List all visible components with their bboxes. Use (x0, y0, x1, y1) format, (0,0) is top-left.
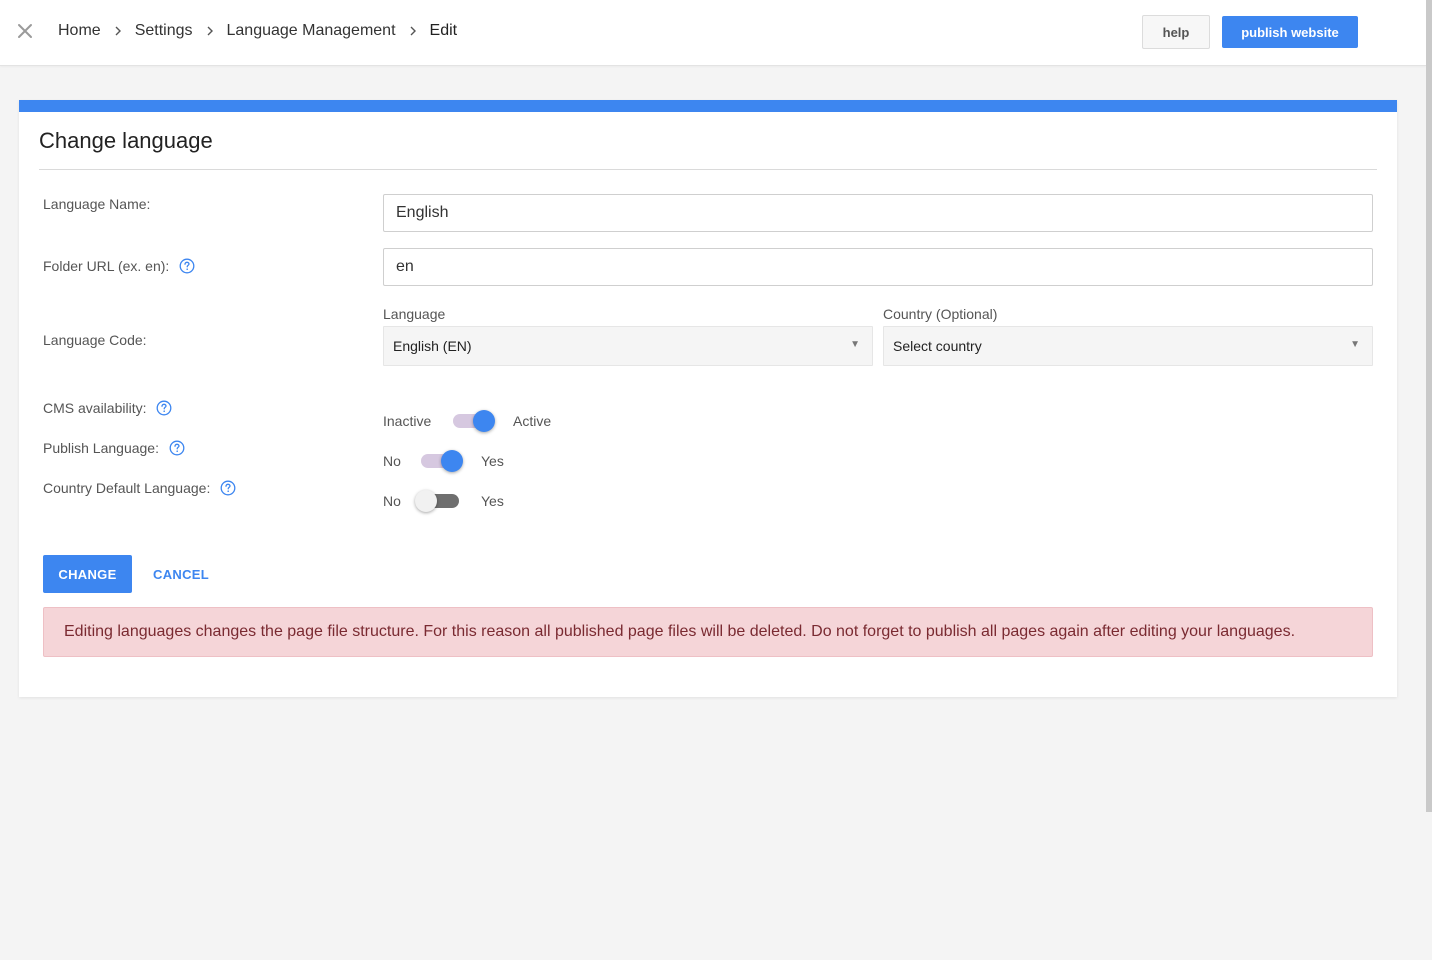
folder-url-label-text: Folder URL (ex. en): (43, 258, 170, 274)
language-name-label: Language Name: (43, 196, 150, 212)
country-select-value: Select country (893, 338, 982, 354)
cms-active-text: Active (513, 413, 552, 429)
warning-alert-text: Editing languages changes the page file … (64, 623, 1296, 640)
cancel-button[interactable]: CANCEL (147, 555, 215, 593)
language-sublabel: Language (383, 306, 446, 322)
scrollbar-thumb[interactable] (1426, 0, 1432, 812)
publish-language-label-text: Publish Language: (43, 440, 159, 456)
country-default-toggle[interactable] (415, 489, 463, 513)
language-name-label-text: Language Name: (43, 196, 151, 212)
cms-inactive-text: Inactive (383, 413, 432, 429)
chevron-right-icon (101, 22, 135, 40)
publish-no-text: No (383, 453, 401, 469)
country-default-no-text: No (383, 493, 401, 509)
country-sublabel: Country (Optional) (883, 306, 998, 322)
cms-availability-label-text: CMS availability: (43, 400, 147, 416)
toggle-knob (415, 490, 437, 512)
chevron-right-icon (193, 22, 227, 40)
language-code-label: Language Code: (43, 332, 147, 348)
close-icon[interactable] (14, 20, 36, 42)
top-bar: Home Settings Language Management Edit h… (0, 0, 1426, 66)
help-circle-icon[interactable] (169, 440, 185, 456)
warning-alert: Editing languages changes the page file … (43, 607, 1373, 657)
dropdown-caret-icon: ▼ (850, 339, 860, 350)
breadcrumb-edit: Edit (429, 22, 458, 39)
breadcrumb-language-management[interactable]: Language Management (227, 22, 396, 40)
publish-website-button[interactable]: publish website (1222, 16, 1358, 48)
change-language-card: Change language Language Name: Folder UR… (19, 100, 1397, 697)
language-select[interactable]: English (EN) ▼ (383, 326, 873, 366)
publish-language-label: Publish Language: (43, 440, 185, 456)
toggle-knob (473, 410, 495, 432)
toggle-knob (441, 450, 463, 472)
scrollbar[interactable] (1426, 0, 1432, 960)
country-default-label-text: Country Default Language: (43, 480, 211, 496)
help-button[interactable]: help (1142, 15, 1210, 49)
change-button[interactable]: CHANGE (43, 555, 132, 593)
cms-availability-toggle[interactable] (449, 409, 497, 433)
chevron-right-icon (396, 22, 430, 40)
cms-availability-label: CMS availability: (43, 400, 172, 416)
country-select[interactable]: Select country ▼ (883, 326, 1373, 366)
page-title: Change language (39, 128, 213, 153)
language-name-input[interactable] (383, 194, 1373, 232)
breadcrumb: Home Settings Language Management Edit (58, 22, 457, 40)
language-code-label-text: Language Code: (43, 332, 147, 348)
country-default-yes-text: Yes (481, 493, 504, 509)
breadcrumb-home[interactable]: Home (58, 22, 101, 40)
breadcrumb-settings[interactable]: Settings (135, 22, 193, 40)
help-circle-icon[interactable] (220, 480, 236, 496)
help-circle-icon[interactable] (179, 258, 195, 274)
folder-url-label: Folder URL (ex. en): (43, 258, 195, 274)
language-select-value: English (EN) (393, 338, 472, 354)
publish-yes-text: Yes (481, 453, 504, 469)
divider (39, 169, 1377, 170)
folder-url-input[interactable] (383, 248, 1373, 286)
help-circle-icon[interactable] (156, 400, 172, 416)
publish-language-toggle[interactable] (417, 449, 465, 473)
country-default-label: Country Default Language: (43, 480, 236, 496)
dropdown-caret-icon: ▼ (1350, 339, 1360, 350)
